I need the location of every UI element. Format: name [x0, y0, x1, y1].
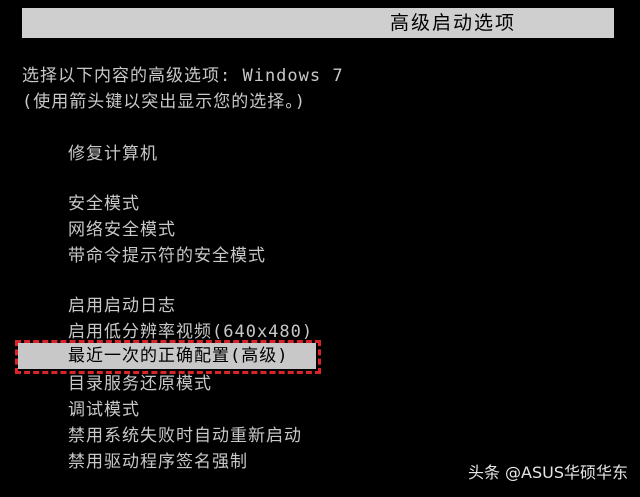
- menu-item-safe-mode-cmd[interactable]: 带命令提示符的安全模式: [68, 244, 266, 268]
- title-bar: 高级启动选项: [22, 8, 614, 38]
- menu-item-safe-mode[interactable]: 安全模式: [68, 192, 140, 216]
- watermark: 头条 @ASUS华硕华东: [467, 463, 628, 482]
- menu-item-boot-logging[interactable]: 启用启动日志: [68, 294, 176, 318]
- page-title: 高级启动选项: [389, 12, 516, 34]
- prompt-line-2: (使用箭头键以突出显示您的选择。): [22, 92, 306, 112]
- menu-item-disable-auto-restart[interactable]: 禁用系统失败时自动重新启动: [68, 424, 302, 448]
- menu-item-disable-driver-signature[interactable]: 禁用驱动程序签名强制: [68, 450, 248, 474]
- menu-item-debugging[interactable]: 调试模式: [68, 398, 140, 422]
- highlight-frame: [15, 340, 321, 374]
- menu-item-repair[interactable]: 修复计算机: [68, 142, 158, 166]
- menu-item-ds-restore[interactable]: 目录服务还原模式: [68, 372, 212, 396]
- menu-item-safe-mode-network[interactable]: 网络安全模式: [68, 218, 176, 242]
- prompt-line-1: 选择以下内容的高级选项: Windows 7: [22, 66, 344, 86]
